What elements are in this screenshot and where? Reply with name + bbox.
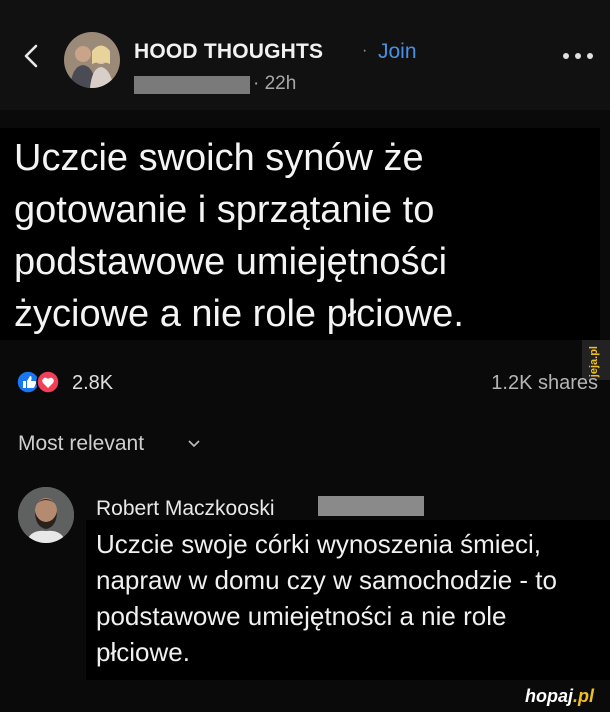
comment-text: Uczcie swoje córki wynoszenia śmieci, na… [96,529,557,667]
reaction-count[interactable]: 2.8K [72,372,113,395]
watermark-bottom-suffix: .pl [573,686,594,706]
reaction-icons[interactable] [16,370,64,394]
watermark-bottom: hopaj.pl [525,686,594,707]
shares-count[interactable]: 1.2K shares [491,372,598,395]
commenter-avatar[interactable] [18,487,74,543]
watermark-bottom-main: hopaj [525,686,573,706]
post-timestamp: · 22h [253,73,297,94]
join-button[interactable]: Join [378,40,417,64]
comment-author[interactable]: Robert Maczkooski [96,497,275,521]
love-icon [36,370,60,394]
comment-bubble: Uczcie swoje córki wynoszenia śmieci, na… [86,520,610,680]
more-horizontal-icon[interactable] [560,48,596,64]
comment-sort-dropdown[interactable]: Most relevant [18,432,144,456]
like-icon [16,370,40,394]
group-name[interactable]: HOOD THOUGHTS [134,40,323,64]
redacted-author-suffix [318,496,424,516]
group-avatar[interactable] [64,32,120,88]
chevron-down-icon[interactable] [187,438,201,450]
post-header: HOOD THOUGHTS · Join · 22h [0,0,610,110]
post-body: Uczcie swoich synów że gotowanie i sprzą… [0,128,600,340]
redacted-author [134,76,250,94]
chevron-left-icon[interactable] [16,36,44,76]
post-text: Uczcie swoich synów że gotowanie i sprzą… [14,137,464,335]
separator-dot: · [362,42,368,59]
